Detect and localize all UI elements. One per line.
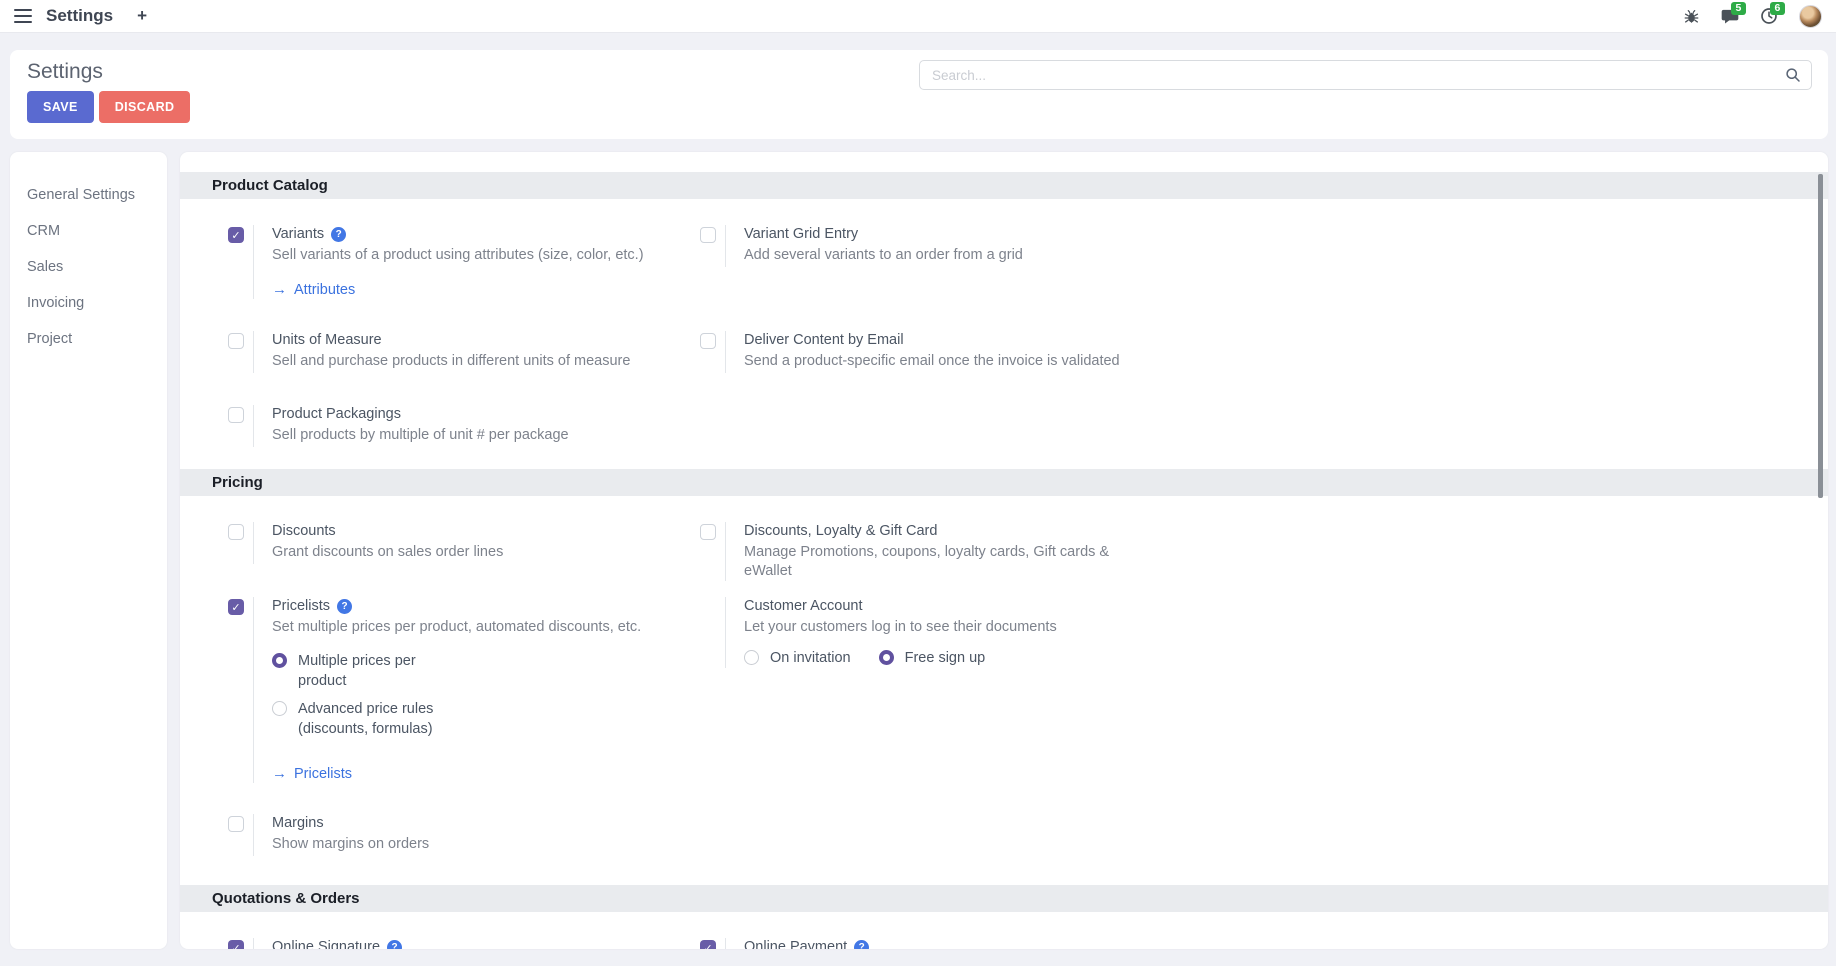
arrow-right-icon: → <box>272 765 287 782</box>
clock-icon[interactable]: 6 <box>1760 7 1778 25</box>
save-button[interactable]: SAVE <box>27 91 94 123</box>
section-header-quotations-orders: Quotations & Orders <box>180 885 1828 912</box>
setting-deliver-content-by-email: Deliver Content by Email Send a product-… <box>700 331 1172 373</box>
arrow-right-icon: → <box>272 281 287 298</box>
vertical-scrollbar[interactable] <box>1818 174 1823 498</box>
variants-description: Sell variants of a product using attribu… <box>272 246 644 265</box>
online-payment-label: Online Payment <box>744 938 847 949</box>
variant-grid-entry-description: Add several variants to an order from a … <box>744 246 1023 265</box>
online-signature-label: Online Signature <box>272 938 380 949</box>
units-of-measure-label: Units of Measure <box>272 331 382 350</box>
attributes-link[interactable]: → Attributes <box>272 281 355 298</box>
message-count-badge: 5 <box>1731 2 1746 15</box>
navbar-app-title: Settings <box>46 6 113 26</box>
online-payment-checkbox[interactable]: ✓ <box>700 940 716 949</box>
question-mark-icon[interactable]: ? <box>337 599 352 614</box>
pricelists-link[interactable]: → Pricelists <box>272 765 352 782</box>
question-mark-icon[interactable]: ? <box>387 940 402 949</box>
hamburger-icon[interactable] <box>14 9 32 23</box>
setting-variant-grid-entry: Variant Grid Entry Add several variants … <box>700 225 1172 267</box>
sidebar-item-sales[interactable]: Sales <box>10 250 167 285</box>
sidebar-item-general-settings[interactable]: General Settings <box>10 178 167 213</box>
units-of-measure-checkbox[interactable] <box>228 333 244 349</box>
customer-account-label: Customer Account <box>744 597 862 616</box>
discounts-description: Grant discounts on sales order lines <box>272 543 503 562</box>
margins-checkbox[interactable] <box>228 816 244 832</box>
setting-units-of-measure: Units of Measure Sell and purchase produ… <box>228 331 700 373</box>
setting-product-packagings: Product Packagings Sell products by mult… <box>228 405 700 447</box>
online-signature-checkbox[interactable]: ✓ <box>228 940 244 949</box>
customer-account-description: Let your customers log in to see their d… <box>744 618 1057 637</box>
setting-margins: Margins Show margins on orders <box>228 814 700 856</box>
chat-icon[interactable]: 5 <box>1721 7 1739 25</box>
pricelists-checkbox[interactable]: ✓ <box>228 599 244 615</box>
settings-sidebar: General Settings CRM Sales Invoicing Pro… <box>10 152 167 949</box>
sidebar-item-crm[interactable]: CRM <box>10 214 167 249</box>
search-input[interactable] <box>919 60 1812 90</box>
radio-selected-icon <box>272 653 287 668</box>
new-tab-button[interactable]: + <box>137 6 147 26</box>
pricelists-description: Set multiple prices per product, automat… <box>272 618 641 637</box>
discounts-checkbox[interactable] <box>228 524 244 540</box>
radio-on-invitation[interactable]: On invitation <box>744 648 851 668</box>
bug-icon[interactable] <box>1682 7 1700 25</box>
question-mark-icon[interactable]: ? <box>854 940 869 949</box>
setting-discounts: Discounts Grant discounts on sales order… <box>228 522 700 564</box>
radio-unselected-icon <box>744 650 759 665</box>
sidebar-item-invoicing[interactable]: Invoicing <box>10 286 167 321</box>
discounts-label: Discounts <box>272 522 336 541</box>
pricelists-label: Pricelists <box>272 597 330 616</box>
sidebar-item-project[interactable]: Project <box>10 322 167 357</box>
section-header-product-catalog: Product Catalog <box>180 172 1828 199</box>
variants-checkbox[interactable]: ✓ <box>228 227 244 243</box>
radio-free-sign-up[interactable]: Free sign up <box>879 648 986 668</box>
setting-pricelists: ✓ Pricelists ? Set multiple prices per p… <box>228 597 700 783</box>
margins-description: Show margins on orders <box>272 835 429 854</box>
units-of-measure-description: Sell and purchase products in different … <box>272 352 630 371</box>
setting-discounts-loyalty-gift-card: Discounts, Loyalty & Gift Card Manage Pr… <box>700 522 1172 581</box>
margins-label: Margins <box>272 814 324 833</box>
setting-variants: ✓ Variants ? Sell variants of a product … <box>228 225 700 299</box>
variants-label: Variants <box>272 225 324 244</box>
top-navbar: Settings + 5 <box>0 0 1836 33</box>
settings-content: Product Catalog ✓ Variants ? Sell varian… <box>180 152 1828 949</box>
variant-grid-entry-label: Variant Grid Entry <box>744 225 858 244</box>
question-mark-icon[interactable]: ? <box>331 227 346 242</box>
user-avatar[interactable] <box>1799 5 1822 28</box>
deliver-content-by-email-checkbox[interactable] <box>700 333 716 349</box>
radio-selected-icon <box>879 650 894 665</box>
product-packagings-label: Product Packagings <box>272 405 401 424</box>
loyalty-description: Manage Promotions, coupons, loyalty card… <box>744 543 1136 581</box>
deliver-content-by-email-description: Send a product-specific email once the i… <box>744 352 1120 371</box>
product-packagings-checkbox[interactable] <box>228 407 244 423</box>
setting-online-payment: ✓ Online Payment ? Request an online pay… <box>700 938 1172 949</box>
setting-online-signature: ✓ Online Signature ? Request an online s… <box>228 938 700 949</box>
product-packagings-description: Sell products by multiple of unit # per … <box>272 426 569 445</box>
loyalty-checkbox[interactable] <box>700 524 716 540</box>
discard-button[interactable]: DISCARD <box>99 91 191 123</box>
setting-customer-account: Customer Account Let your customers log … <box>700 597 1172 668</box>
search-icon[interactable] <box>1785 67 1801 88</box>
activity-count-badge: 6 <box>1770 2 1785 15</box>
radio-unselected-icon <box>272 701 287 716</box>
radio-multiple-prices-per-product[interactable]: Multiple prices per product <box>272 651 641 691</box>
loyalty-label: Discounts, Loyalty & Gift Card <box>744 522 937 541</box>
radio-advanced-price-rules[interactable]: Advanced price rules (discounts, formula… <box>272 699 641 739</box>
variant-grid-entry-checkbox[interactable] <box>700 227 716 243</box>
settings-page: Settings + 5 <box>0 0 1836 966</box>
deliver-content-by-email-label: Deliver Content by Email <box>744 331 904 350</box>
section-header-pricing: Pricing <box>180 469 1828 496</box>
control-panel: Settings SAVE DISCARD <box>10 50 1828 139</box>
